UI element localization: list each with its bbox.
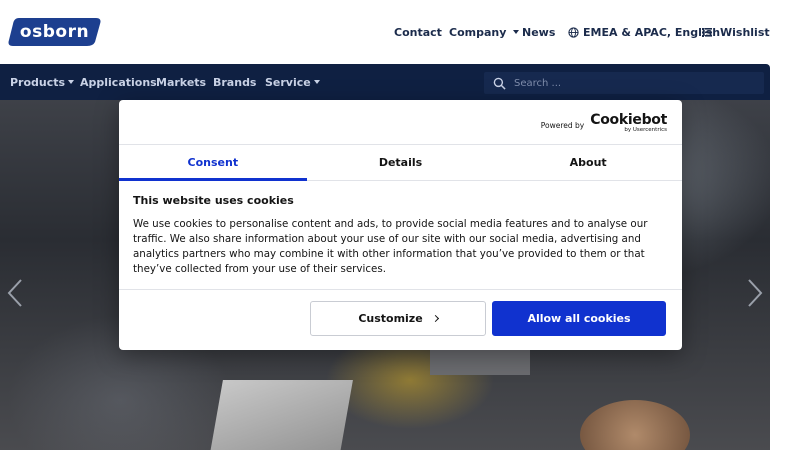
nav-region-label: EMEA & APAC, English — [583, 25, 721, 39]
nav-contact[interactable]: Contact — [394, 0, 442, 64]
top-header: osborn Contact Company News EMEA & APAC,… — [0, 0, 800, 64]
nav-company[interactable]: Company — [449, 0, 520, 64]
nav-applications[interactable]: Applications — [80, 64, 157, 100]
allow-all-cookies-button[interactable]: Allow all cookies — [492, 301, 666, 336]
nav-news[interactable]: News — [522, 0, 555, 64]
nav-service[interactable]: Service — [265, 64, 320, 100]
customize-button[interactable]: Customize — [310, 301, 486, 336]
search-box — [484, 72, 764, 94]
nav-products[interactable]: Products — [10, 64, 75, 100]
dialog-footer: Customize Allow all cookies — [119, 289, 682, 350]
dialog-body: This website uses cookies We use cookies… — [133, 194, 653, 277]
dialog-title: This website uses cookies — [133, 194, 294, 207]
dialog-tabs: Consent Details About — [119, 145, 682, 181]
nav-wishlist-label: Wishlist — [720, 25, 770, 39]
chevron-right-icon[interactable] — [746, 278, 764, 308]
nav-service-label: Service — [265, 75, 311, 89]
customize-label: Customize — [358, 312, 423, 325]
search-input[interactable] — [514, 72, 754, 94]
search-icon[interactable] — [493, 77, 506, 90]
dialog-text: We use cookies to personalise content an… — [133, 218, 648, 275]
caret-down-icon — [513, 30, 520, 34]
nav-company-label: Company — [449, 25, 507, 39]
globe-icon — [568, 26, 579, 38]
caret-down-icon — [68, 80, 75, 84]
hero-workpiece — [207, 380, 353, 450]
cookiebot-logo: Cookiebot by Usercentrics — [590, 113, 667, 134]
nav-markets[interactable]: Markets — [156, 64, 206, 100]
cookie-consent-dialog: Powered by Cookiebot by Usercentrics Con… — [119, 100, 682, 350]
hero-brush-wheel — [580, 400, 690, 450]
page-margin — [770, 64, 800, 450]
tab-details[interactable]: Details — [307, 145, 495, 180]
allow-label: Allow all cookies — [527, 312, 631, 325]
caret-down-icon — [313, 80, 320, 84]
osborn-logo[interactable]: osborn — [7, 16, 102, 48]
nav-brands-label: Brands — [213, 75, 257, 89]
nav-wishlist[interactable]: Wishlist — [702, 0, 770, 64]
cookiebot-sub: by Usercentrics — [624, 127, 667, 133]
powered-by-label: Powered by — [540, 120, 585, 130]
nav-markets-label: Markets — [156, 75, 207, 89]
nav-news-label: News — [522, 25, 556, 39]
nav-products-label: Products — [10, 75, 66, 89]
list-icon — [702, 27, 712, 37]
nav-region[interactable]: EMEA & APAC, English — [568, 0, 720, 64]
cookiebot-branding[interactable]: Powered by Cookiebot by Usercentrics — [540, 113, 668, 134]
cookiebot-name: Cookiebot — [590, 112, 667, 128]
tab-about[interactable]: About — [494, 145, 682, 180]
nav-applications-label: Applications — [80, 75, 157, 89]
chevron-left-icon[interactable] — [6, 278, 24, 308]
dialog-header: Powered by Cookiebot by Usercentrics — [119, 100, 682, 145]
nav-brands[interactable]: Brands — [213, 64, 256, 100]
tab-consent[interactable]: Consent — [119, 145, 307, 181]
nav-contact-label: Contact — [394, 25, 442, 39]
chevron-right-icon — [431, 314, 439, 323]
logo-text: osborn — [19, 22, 90, 42]
